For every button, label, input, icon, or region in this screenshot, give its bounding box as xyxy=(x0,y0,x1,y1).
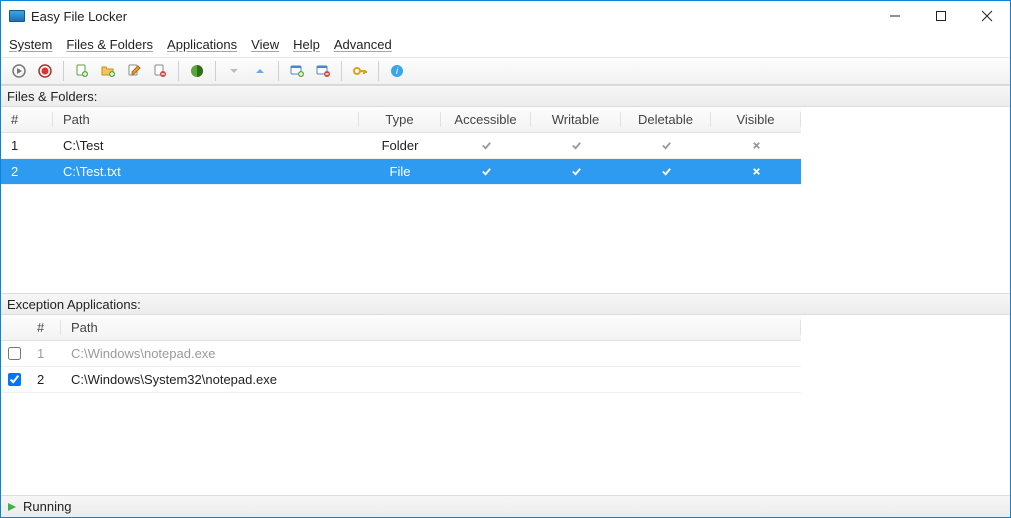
close-button[interactable] xyxy=(964,1,1010,31)
exceptions-table-body: 1C:\Windows\notepad.exe2C:\Windows\Syste… xyxy=(1,341,801,461)
delete-rule-icon[interactable] xyxy=(150,61,170,81)
app-icon xyxy=(9,10,25,22)
table-row[interactable]: 2C:\Test.txtFile xyxy=(1,159,801,185)
col-path[interactable]: Path xyxy=(53,112,359,127)
col-deletable[interactable]: Deletable xyxy=(621,112,711,127)
cell-accessible xyxy=(441,140,531,151)
title-bar: Easy File Locker xyxy=(1,1,1010,31)
table-row[interactable]: 2C:\Windows\System32\notepad.exe xyxy=(1,367,801,393)
cell-path: C:\Test.txt xyxy=(53,164,359,179)
play-icon[interactable] xyxy=(9,61,29,81)
running-icon xyxy=(7,502,17,512)
table-row[interactable]: 1C:\Windows\notepad.exe xyxy=(1,341,801,367)
edit-rule-icon[interactable] xyxy=(124,61,144,81)
cell-visible xyxy=(711,166,801,177)
files-table-body: 1C:\TestFolder2C:\Test.txtFile xyxy=(1,133,801,293)
cell-num: 2 xyxy=(27,372,61,387)
add-folder-icon[interactable] xyxy=(98,61,118,81)
cell-type: Folder xyxy=(359,138,441,153)
maximize-button[interactable] xyxy=(918,1,964,31)
cell-deletable xyxy=(621,140,711,151)
col-num[interactable]: # xyxy=(27,320,61,335)
exceptions-label: Exception Applications: xyxy=(7,297,141,312)
menu-view[interactable]: View xyxy=(251,37,279,52)
exception-checkbox[interactable] xyxy=(8,373,21,386)
cell-accessible xyxy=(441,166,531,177)
col-num[interactable]: # xyxy=(1,112,53,127)
add-app-icon[interactable] xyxy=(287,61,307,81)
cell-deletable xyxy=(621,166,711,177)
remove-app-icon[interactable] xyxy=(313,61,333,81)
window-title: Easy File Locker xyxy=(31,9,127,24)
cell-path: C:\Windows\notepad.exe xyxy=(61,346,801,361)
cell-path: C:\Windows\System32\notepad.exe xyxy=(61,372,801,387)
files-folders-header: Files & Folders: xyxy=(1,85,1010,107)
record-icon[interactable] xyxy=(35,61,55,81)
cell-writable xyxy=(531,166,621,177)
add-file-icon[interactable] xyxy=(72,61,92,81)
exceptions-table: # Path 1C:\Windows\notepad.exe2C:\Window… xyxy=(1,315,801,461)
toolbar-separator xyxy=(215,61,216,81)
key-icon[interactable] xyxy=(350,61,370,81)
menu-applications[interactable]: Applications xyxy=(167,37,237,52)
arrow-down-icon[interactable] xyxy=(224,61,244,81)
exceptions-header: Exception Applications: xyxy=(1,293,1010,315)
info-icon[interactable]: i xyxy=(387,61,407,81)
files-folders-label: Files & Folders: xyxy=(7,89,97,104)
col-writable[interactable]: Writable xyxy=(531,112,621,127)
arrow-up-icon[interactable] xyxy=(250,61,270,81)
col-accessible[interactable]: Accessible xyxy=(441,112,531,127)
files-table-header: # Path Type Accessible Writable Deletabl… xyxy=(1,107,801,133)
toolbar: i xyxy=(1,57,1010,85)
menu-system[interactable]: System xyxy=(9,37,52,52)
toolbar-separator xyxy=(278,61,279,81)
menu-help[interactable]: Help xyxy=(293,37,320,52)
table-row[interactable]: 1C:\TestFolder xyxy=(1,133,801,159)
toolbar-separator xyxy=(63,61,64,81)
cell-num: 1 xyxy=(1,138,53,153)
toolbar-separator xyxy=(178,61,179,81)
toolbar-separator xyxy=(378,61,379,81)
cell-checkbox[interactable] xyxy=(1,373,27,386)
exceptions-table-header: # Path xyxy=(1,315,801,341)
col-type[interactable]: Type xyxy=(359,112,441,127)
cell-checkbox[interactable] xyxy=(1,347,27,360)
files-table: # Path Type Accessible Writable Deletabl… xyxy=(1,107,801,293)
cell-type: File xyxy=(359,164,441,179)
menu-advanced[interactable]: Advanced xyxy=(334,37,392,52)
menu-files-folders[interactable]: Files & Folders xyxy=(66,37,153,52)
cell-path: C:\Test xyxy=(53,138,359,153)
col-visible[interactable]: Visible xyxy=(711,112,801,127)
cell-writable xyxy=(531,140,621,151)
cell-num: 1 xyxy=(27,346,61,361)
col-path[interactable]: Path xyxy=(61,320,801,335)
toolbar-separator xyxy=(341,61,342,81)
status-bar: Running xyxy=(1,495,1010,517)
cell-visible xyxy=(711,140,801,151)
status-text: Running xyxy=(23,499,71,514)
minimize-button[interactable] xyxy=(872,1,918,31)
exception-checkbox[interactable] xyxy=(8,347,21,360)
menu-bar: System Files & Folders Applications View… xyxy=(1,31,1010,57)
cell-num: 2 xyxy=(1,164,53,179)
toggle-protect-icon[interactable] xyxy=(187,61,207,81)
